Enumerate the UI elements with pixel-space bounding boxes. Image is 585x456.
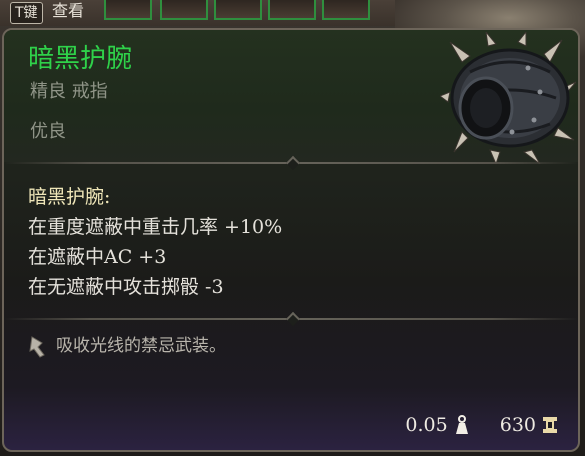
gold-icon [543, 417, 557, 433]
hotbar-slot[interactable] [104, 0, 152, 20]
item-type: 精良 戒指 [30, 81, 108, 102]
hotbar-slot[interactable] [160, 0, 208, 20]
effects-section: 暗黑护腕: 在重度遮蔽中重击几率 +10% 在遮蔽中AC +3 在无遮蔽中攻击掷… [28, 182, 282, 302]
hotbar: T键 查看 [0, 0, 585, 60]
effect-line: 在遮蔽中AC +3 [28, 246, 167, 268]
header-divider [4, 155, 578, 171]
item-name: 暗黑护腕 [28, 44, 133, 74]
hotbar-slot[interactable] [268, 0, 316, 20]
item-footer: 0.05 630 [405, 412, 560, 438]
lore-row: 吸收光线的禁忌武装。 [26, 334, 226, 359]
weight-value: 0.05 [405, 414, 448, 436]
item-rarity: 优良 [30, 121, 66, 142]
effect-line: 在重度遮蔽中重击几率 +10% [28, 216, 283, 238]
effect-line: 在无遮蔽中攻击掷骰 -3 [28, 276, 224, 298]
key-hint-badge: T键 [10, 2, 43, 24]
lore-divider [4, 311, 578, 327]
item-tooltip: 暗黑护腕 精良 戒指 优良 暗黑护腕: 在重度遮蔽中重击几率 +10% 在遮蔽中… [2, 28, 580, 452]
quill-icon [29, 335, 45, 358]
hotbar-slot[interactable] [322, 0, 370, 20]
lore-text: 吸收光线的禁忌武装。 [56, 336, 226, 356]
look-label: 查看 [52, 1, 85, 20]
spiked-bracer-icon [440, 32, 576, 164]
game-scene: T键 查看 暗黑护腕 精良 戒指 优良 暗黑护腕: 在重度遮蔽中重击几率 +10… [0, 0, 585, 456]
weight-icon [455, 415, 468, 434]
tooltip-header: 暗黑护腕 精良 戒指 优良 [4, 30, 578, 164]
hotbar-slot[interactable] [214, 0, 262, 20]
effects-title: 暗黑护腕: [28, 186, 111, 208]
gold-value: 630 [499, 414, 536, 436]
divider-notch [285, 311, 301, 327]
